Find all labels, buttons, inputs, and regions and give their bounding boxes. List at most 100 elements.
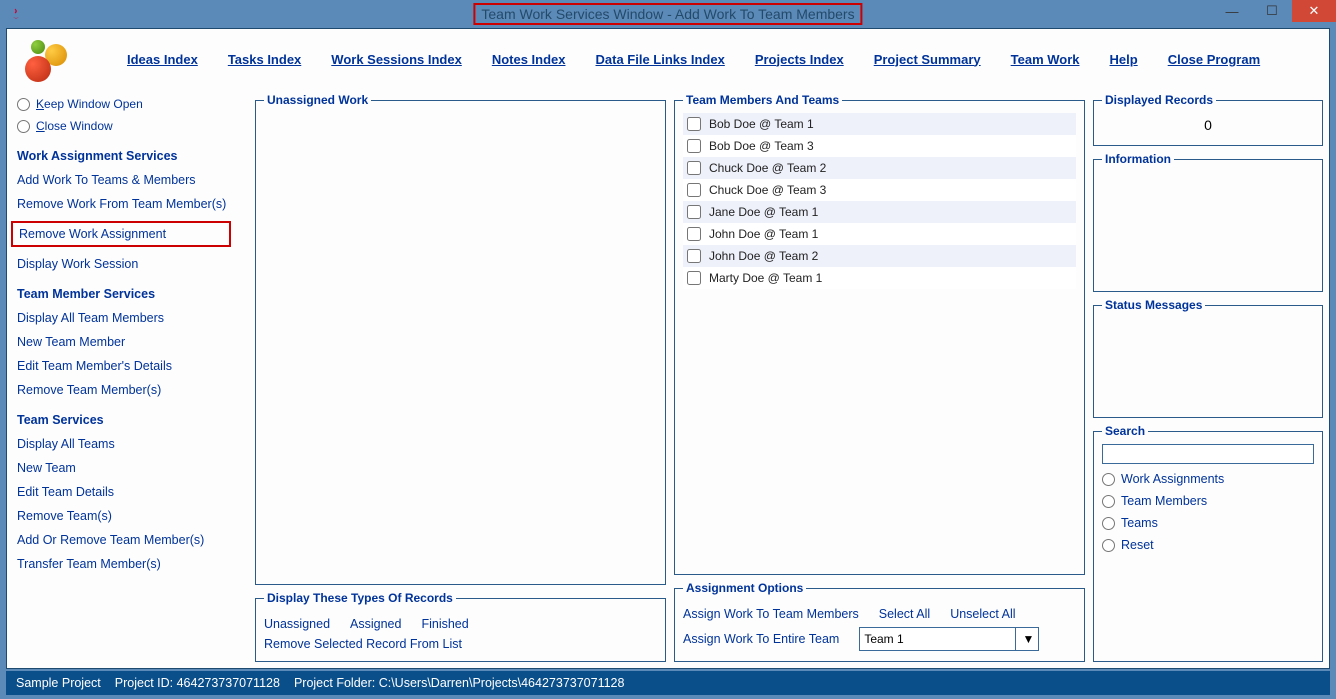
radio-search-reset[interactable]: Reset [1102,538,1314,552]
link-assign-to-entire-team[interactable]: Assign Work To Entire Team [683,632,839,646]
member-checkbox[interactable] [687,183,701,197]
sidebar: Keep Window Open Close Window Work Assig… [17,93,247,662]
member-name: Jane Doe @ Team 1 [709,205,818,219]
legend-status-messages: Status Messages [1102,298,1205,312]
menu-work-sessions-index[interactable]: Work Sessions Index [331,52,462,67]
radio-label: Team Members [1121,494,1207,508]
menu-tasks-index[interactable]: Tasks Index [228,52,301,67]
member-row[interactable]: John Doe @ Team 2 [683,245,1076,267]
link-assigned[interactable]: Assigned [350,617,401,631]
member-checkbox[interactable] [687,205,701,219]
legend-team-members: Team Members And Teams [683,93,842,107]
menu-help[interactable]: Help [1110,52,1138,67]
link-new-team[interactable]: New Team [17,461,247,475]
team-combo-value: Team 1 [864,632,903,646]
radio-close-window[interactable]: Close Window [17,119,247,133]
search-input[interactable] [1102,444,1314,464]
link-finished[interactable]: Finished [421,617,468,631]
member-checkbox[interactable] [687,117,701,131]
fieldset-team-members: Team Members And Teams Bob Doe @ Team 1B… [674,93,1085,575]
status-project-folder: Project Folder: C:\Users\Darren\Projects… [294,676,625,690]
fieldset-information: Information [1093,152,1323,292]
section-team-services: Team Services [17,413,247,427]
minimize-button[interactable]: — [1212,0,1252,22]
radio-label: Reset [1121,538,1154,552]
main-window: Ideas Index Tasks Index Work Sessions In… [6,28,1330,669]
member-name: John Doe @ Team 1 [709,227,818,241]
link-transfer-team-members[interactable]: Transfer Team Member(s) [17,557,247,571]
link-display-work-session[interactable]: Display Work Session [17,257,247,271]
close-button[interactable]: ✕ [1292,0,1336,22]
member-checkbox[interactable] [687,227,701,241]
maximize-button[interactable]: ☐ [1252,0,1292,22]
team-combo[interactable]: Team 1 ▼ [859,627,1039,651]
link-unassigned[interactable]: Unassigned [264,617,330,631]
link-display-all-teams[interactable]: Display All Teams [17,437,247,451]
member-name: Chuck Doe @ Team 2 [709,161,826,175]
link-remove-work-assignment[interactable]: Remove Work Assignment [11,221,231,247]
link-edit-team-member-details[interactable]: Edit Team Member's Details [17,359,247,373]
link-remove-teams[interactable]: Remove Team(s) [17,509,247,523]
link-select-all[interactable]: Select All [879,607,930,621]
body: Keep Window Open Close Window Work Assig… [7,89,1329,668]
legend-search: Search [1102,424,1148,438]
menu-project-summary[interactable]: Project Summary [874,52,981,67]
link-remove-team-members[interactable]: Remove Team Member(s) [17,383,247,397]
link-remove-work-from-members[interactable]: Remove Work From Team Member(s) [17,197,247,211]
legend-assignment-options: Assignment Options [683,581,806,595]
member-name: John Doe @ Team 2 [709,249,818,263]
member-row[interactable]: Jane Doe @ Team 1 [683,201,1076,223]
member-row[interactable]: Bob Doe @ Team 1 [683,113,1076,135]
member-row[interactable]: Marty Doe @ Team 1 [683,267,1076,289]
window-title: Team Work Services Window - Add Work To … [473,3,862,25]
member-checkbox[interactable] [687,139,701,153]
menu-team-work[interactable]: Team Work [1011,52,1080,67]
col-right: Displayed Records 0 Information Status M… [1093,93,1323,662]
member-row[interactable]: Bob Doe @ Team 3 [683,135,1076,157]
menu-data-file-links-index[interactable]: Data File Links Index [596,52,725,67]
radio-label: Teams [1121,516,1158,530]
radio-keep-window-open[interactable]: Keep Window Open [17,97,247,111]
radio-search-work-assignments[interactable]: Work Assignments [1102,472,1314,486]
member-name: Chuck Doe @ Team 3 [709,183,826,197]
legend-unassigned-work: Unassigned Work [264,93,371,107]
member-checkbox[interactable] [687,249,701,263]
status-project-name: Sample Project [16,676,101,690]
menubar: Ideas Index Tasks Index Work Sessions In… [7,29,1329,89]
menu-notes-index[interactable]: Notes Index [492,52,566,67]
member-row[interactable]: Chuck Doe @ Team 2 [683,157,1076,179]
status-project-id: Project ID: 464273737071128 [115,676,280,690]
member-checkbox[interactable] [687,161,701,175]
radio-label: Close Window [36,119,113,133]
radio-label: Work Assignments [1121,472,1224,486]
statusbar: Sample Project Project ID: 4642737370711… [6,671,1330,695]
radio-search-teams[interactable]: Teams [1102,516,1314,530]
displayed-records-count: 0 [1102,113,1314,137]
member-checkbox[interactable] [687,271,701,285]
member-row[interactable]: John Doe @ Team 1 [683,223,1076,245]
link-new-team-member[interactable]: New Team Member [17,335,247,349]
members-list: Bob Doe @ Team 1 Bob Doe @ Team 3 Chuck Do… [683,113,1076,566]
link-display-all-team-members[interactable]: Display All Team Members [17,311,247,325]
fieldset-unassigned-work: Unassigned Work [255,93,666,585]
java-icon [8,6,24,22]
center: Unassigned Work Display These Types Of R… [255,93,1323,662]
menu-projects-index[interactable]: Projects Index [755,52,844,67]
member-name: Bob Doe @ Team 1 [709,117,814,131]
link-edit-team-details[interactable]: Edit Team Details [17,485,247,499]
legend-displayed-records: Displayed Records [1102,93,1216,107]
fieldset-assignment-options: Assignment Options Assign Work To Team M… [674,581,1085,662]
menu-close-program[interactable]: Close Program [1168,52,1260,67]
radio-search-team-members[interactable]: Team Members [1102,494,1314,508]
link-remove-selected-record[interactable]: Remove Selected Record From List [264,637,462,651]
link-add-or-remove-team-members[interactable]: Add Or Remove Team Member(s) [17,533,247,547]
link-add-work-to-teams[interactable]: Add Work To Teams & Members [17,173,247,187]
link-assign-to-members[interactable]: Assign Work To Team Members [683,607,859,621]
member-name: Bob Doe @ Team 3 [709,139,814,153]
section-team-member-services: Team Member Services [17,287,247,301]
fieldset-status-messages: Status Messages [1093,298,1323,418]
link-unselect-all[interactable]: Unselect All [950,607,1015,621]
member-row[interactable]: Chuck Doe @ Team 3 [683,179,1076,201]
fieldset-search: Search Work Assignments Team Members Tea… [1093,424,1323,662]
menu-ideas-index[interactable]: Ideas Index [127,52,198,67]
